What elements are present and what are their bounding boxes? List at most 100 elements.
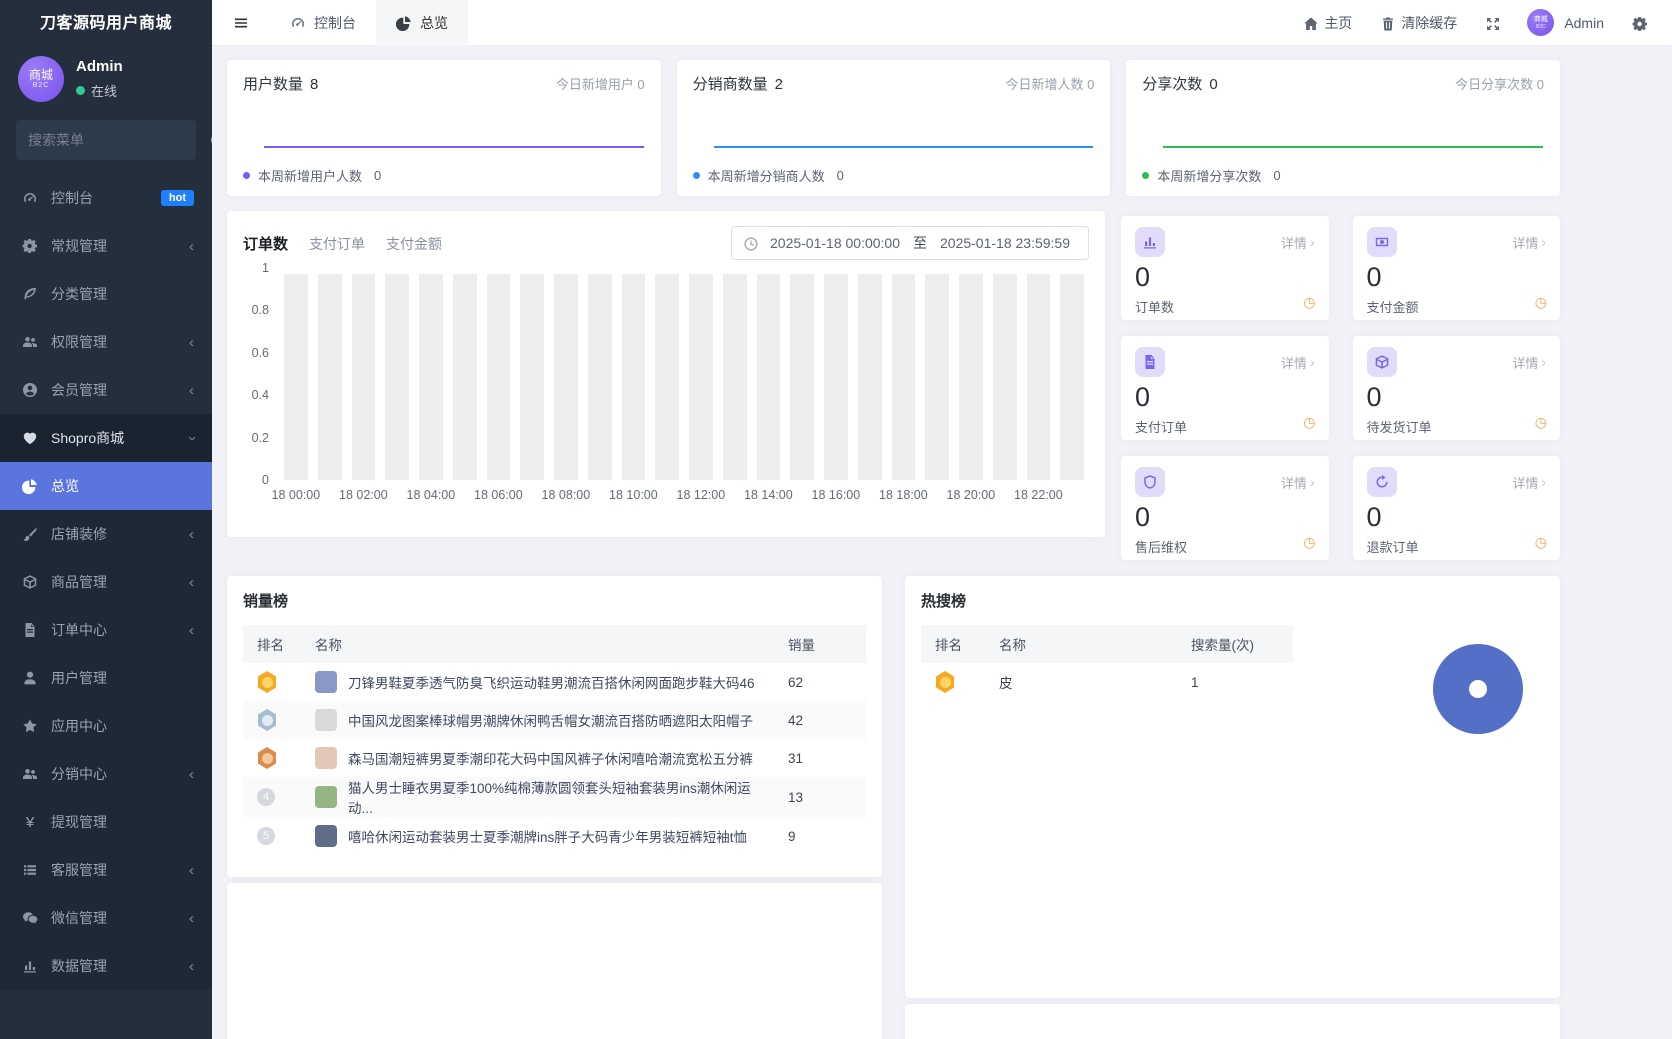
search-input[interactable]	[28, 132, 209, 148]
x-tick-label: 18 06:00	[474, 488, 523, 502]
sidebar-profile[interactable]: 商城 B2C Admin 在线	[0, 48, 212, 116]
sidebar-item-shopro[interactable]: Shopro商城 ‹	[0, 414, 212, 462]
clock-badge-icon: ◷	[1303, 294, 1316, 310]
navbar: 控制台 总览 主页 清除缓存 商城 B2C Admin	[212, 0, 1672, 46]
sidebar: 刀客源码用户商城 商城 B2C Admin 在线 控制台 hot 常规管理 ‹ 分类管理…	[0, 0, 212, 1039]
order-bar	[891, 274, 916, 480]
menu-toggle-button[interactable]	[212, 15, 270, 31]
table-row[interactable]: 刀锋男鞋夏季透气防臭飞织运动鞋男潮流百搭休闲网面跑步鞋大码46 62	[243, 663, 866, 701]
legend-dot-icon	[243, 172, 250, 179]
stat-card-0: 用户数量 8 今日新增用户 0 本周新增用户人数 0	[227, 60, 661, 196]
clock-icon	[744, 237, 758, 251]
y-tick-label: 1	[262, 261, 269, 275]
gear-icon	[22, 239, 37, 253]
sidebar-item-goods[interactable]: 商品管理 ‹	[0, 558, 212, 606]
sidebar-item-general[interactable]: 常规管理 ‹	[0, 222, 212, 270]
detail-link[interactable]: 详情 ›	[1281, 473, 1315, 492]
stat-card-2: 分享次数 0 今日分享次数 0 本周新增分享次数 0	[1126, 60, 1560, 196]
stat-value: 0	[1209, 76, 1218, 93]
hot-search-donut-chart	[1433, 644, 1523, 734]
detail-link[interactable]: 详情 ›	[1281, 233, 1315, 252]
order-tab-2[interactable]: 支付金额	[386, 234, 442, 254]
sidebar-item-label: 用户管理	[51, 670, 107, 686]
table-row[interactable]: 森马国潮短裤男夏季潮印花大码中国风裤子休闲嘻哈潮流宽松五分裤 31	[243, 739, 866, 777]
order-tab-0[interactable]: 订单数	[243, 233, 288, 254]
fullscreen-button[interactable]	[1485, 16, 1500, 30]
date-range-picker[interactable]: 2025-01-18 00:00:00 至 2025-01-18 23:59:5…	[731, 226, 1089, 260]
order-bar	[925, 274, 949, 480]
sidebar-item-apps[interactable]: 应用中心	[0, 702, 212, 750]
online-dot-icon	[76, 86, 85, 95]
chevron-left-icon: ‹	[189, 861, 194, 879]
detail-link[interactable]: 详情 ›	[1281, 353, 1315, 372]
tab-overview[interactable]: 总览	[376, 0, 468, 46]
stat-card-heading: 分销商数量 2	[693, 73, 783, 94]
sidebar-item-wechat[interactable]: 微信管理 ‹	[0, 894, 212, 942]
clear-cache-button[interactable]: 清除缓存	[1380, 13, 1457, 33]
order-bar	[824, 274, 848, 480]
sidebar-item-label: Shopro商城	[51, 430, 125, 446]
detail-label: 详情	[1512, 235, 1539, 251]
order-tab-1[interactable]: 支付订单	[309, 234, 365, 254]
table-row[interactable]: 4 猫人男士睡衣男夏季100%纯棉薄款圆领套头短袖套装男ins潮休闲运动... 13	[243, 777, 866, 817]
y-tick-label: 0.4	[251, 388, 269, 403]
sidebar-item-member[interactable]: 会员管理 ‹	[0, 366, 212, 414]
stat-card-heading: 分享次数 0	[1142, 73, 1217, 94]
sidebar-item-distribution[interactable]: 分销中心 ‹	[0, 750, 212, 798]
detail-link[interactable]: 详情 ›	[1512, 353, 1546, 372]
sidebar-item-decorate[interactable]: 店铺装修 ‹	[0, 510, 212, 558]
sidebar-item-console[interactable]: 控制台 hot	[0, 174, 212, 222]
sidebar-item-withdraw[interactable]: ¥ 提现管理	[0, 798, 212, 846]
home-button[interactable]: 主页	[1303, 13, 1352, 33]
sidebar-item-label: 控制台	[51, 190, 93, 206]
table-row[interactable]: 皮1	[921, 663, 1293, 701]
summary-card-5: 详情 › 0 退款订单 ◷	[1352, 456, 1560, 560]
user-menu[interactable]: 商城 B2C Admin	[1527, 9, 1604, 36]
x-tick-label: 18 12:00	[676, 488, 726, 502]
column-header: 排名	[921, 625, 991, 663]
stat-sparkline	[1163, 146, 1543, 148]
product-thumbnail	[315, 671, 337, 693]
trash-icon	[1380, 16, 1394, 30]
detail-link[interactable]: 详情 ›	[1512, 233, 1546, 252]
chevron-left-icon: ‹	[189, 909, 194, 927]
summary-cards-grid: 详情 › 0 订单数 ◷ 详情 › 0 支付金额 ◷ 详情 › 0 支付订单 ◷ 详情 › 0 待发货订单 ◷ 详情 › 0…	[1121, 216, 1560, 560]
column-header: 排名	[243, 625, 307, 663]
hot-search-card: 热搜榜 排名 名称 搜索量(次) 皮1	[905, 576, 1560, 998]
order-bar	[587, 274, 612, 480]
file-icon	[25, 623, 35, 637]
legend-dot-icon	[1142, 172, 1150, 179]
chevron-left-icon: ‹	[189, 237, 194, 255]
y-tick-label: 0.6	[251, 345, 269, 360]
sidebar-item-users[interactable]: 用户管理	[0, 654, 212, 702]
pie-icon	[396, 15, 411, 31]
sidebar-item-service[interactable]: 客服管理 ‹	[0, 846, 212, 894]
sidebar-item-label: 分销中心	[51, 766, 107, 782]
tab-console[interactable]: 控制台	[270, 0, 376, 46]
sidebar-item-data[interactable]: 数据管理 ‹	[0, 942, 212, 990]
stat-title: 用户数量	[243, 76, 304, 93]
date-end-input[interactable]: 2025-01-18 23:59:59	[933, 235, 1077, 251]
sales-rank-card: 销量榜 排名 名称 销量 刀锋男鞋夏季透气防臭飞织运动鞋男潮流百搭休闲网面跑步鞋大码…	[227, 576, 882, 877]
detail-link[interactable]: 详情 ›	[1512, 473, 1546, 492]
yen-icon: ¥	[25, 813, 35, 831]
legend-dot-icon	[692, 172, 700, 179]
sidebar-item-category[interactable]: 分类管理	[0, 270, 212, 318]
stat-legend: 本周新增分享次数 0	[1142, 166, 1281, 185]
order-bar	[621, 274, 646, 480]
x-tick-label: 18 08:00	[541, 488, 591, 502]
date-start-input[interactable]: 2025-01-18 00:00:00	[763, 235, 907, 251]
box-icon	[23, 575, 37, 589]
detail-label: 详情	[1512, 355, 1539, 371]
app-title: 刀客源码用户商城	[39, 15, 172, 32]
table-row[interactable]: 5 嘻哈休闲运动套装男士夏季潮牌ins胖子大码青少年男装短裤短袖t恤 9	[243, 817, 866, 855]
settings-button[interactable]	[1632, 16, 1647, 31]
table-row[interactable]: 中国风龙图案棒球帽男潮牌休闲鸭舌帽女潮流百搭防晒遮阳太阳帽子 42	[243, 701, 866, 739]
sales-rank-table: 排名 名称 销量 刀锋男鞋夏季透气防臭飞织运动鞋男潮流百搭休闲网面跑步鞋大码46 62…	[243, 625, 866, 855]
sidebar-item-orders[interactable]: 订单中心 ‹	[0, 606, 212, 654]
rank-number-badge: 4	[257, 788, 275, 806]
sidebar-item-overview[interactable]: 总览	[0, 462, 212, 510]
summary-label: 售后维权	[1135, 539, 1188, 555]
brush-icon	[23, 527, 37, 541]
sidebar-item-auth[interactable]: 权限管理 ‹	[0, 318, 212, 366]
